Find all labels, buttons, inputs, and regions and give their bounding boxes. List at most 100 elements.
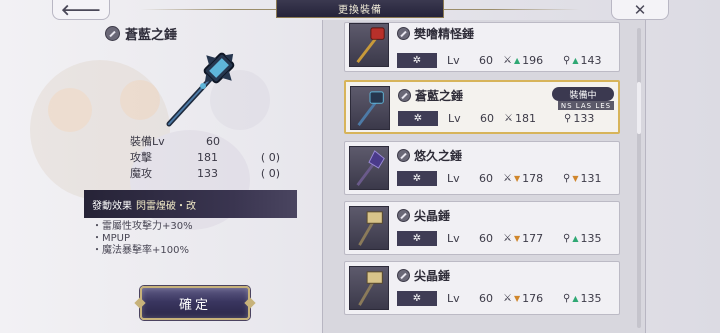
- weapon-thumb-gold-hammer: [349, 206, 389, 250]
- equipped-badge: 裝備中: [552, 87, 614, 101]
- attack-stat: ⚔ ▼ 176: [503, 292, 555, 305]
- selected-weapon-name: 蒼藍之錘: [105, 24, 177, 43]
- trend-up-icon: ▲: [572, 294, 579, 303]
- magic-value: 143: [580, 54, 602, 67]
- magic-value: 131: [580, 172, 602, 185]
- magic-value: 133: [573, 112, 595, 125]
- effect-list-item: ・雷屬性攻擊力+30%: [92, 221, 193, 232]
- weapon-card-name: 尖晶錘: [397, 207, 450, 224]
- back-button[interactable]: 🡐: [52, 0, 110, 20]
- attack-value: 176: [522, 292, 544, 305]
- weapon-card-name: 蒼藍之錘: [398, 87, 463, 104]
- stat-attack-row: 攻擊 181 ( 0): [130, 149, 280, 165]
- weapon-card-stats: ✲ Lv 60 ⚔ ▲ 196 ⚲ ▲ 143: [397, 53, 616, 68]
- weapon-card-stats: ✲ Lv 60 ⚔ ▼ 178 ⚲ ▼ 131: [397, 171, 616, 186]
- magic-stat: ⚲ ▼ 131: [563, 172, 601, 185]
- level-value: 60: [479, 292, 493, 305]
- weapon-thumb-gold-hammer: [349, 266, 389, 310]
- page-title: 更換裝備: [276, 0, 444, 18]
- attack-stat: ⚔ ▼ 178: [503, 172, 555, 185]
- weapon-card-name: 悠久之錘: [397, 147, 462, 164]
- effect-label: 發動效果: [92, 200, 132, 212]
- effect-list-item: ・魔法暴擊率+100%: [92, 245, 189, 256]
- level-label: Lv: [447, 172, 460, 185]
- attack-stat: ⚔ ▲ 196: [503, 54, 555, 67]
- attack-value: 181: [514, 112, 536, 125]
- level-label: Lv: [447, 54, 460, 67]
- attack-value: 196: [522, 54, 544, 67]
- star-rank-box: ✲: [397, 291, 437, 306]
- stat-attack-label: 攻擊: [130, 151, 152, 164]
- magic-stat: ⚲ ▲ 135: [563, 292, 601, 305]
- weapon-card-selected[interactable]: 蒼藍之錘 裝備中 NS LAS LES ✲ Lv 60 ⚔ 181 ⚲ 133: [344, 80, 620, 134]
- magic-stat: ⚲ ▲ 135: [563, 232, 601, 245]
- close-button[interactable]: ✕: [611, 0, 669, 20]
- effect-list: ・雷屬性攻擊力+30% ・MPUP ・魔法暴擊率+100%: [92, 221, 193, 257]
- selected-weapon-name-text: 蒼藍之錘: [125, 28, 178, 43]
- weapon-thumb-blue-mace: [350, 86, 390, 130]
- weapon-list-scrollbar[interactable]: [637, 28, 641, 328]
- weapon-card-name-text: 尖晶錘: [414, 269, 451, 283]
- magic-staff-icon: ⚲: [563, 55, 571, 66]
- weapon-card[interactable]: 尖晶錘 ✲ Lv 60 ⚔ ▼ 177 ⚲ ▲ 135: [344, 201, 620, 255]
- star-rank-box: ✲: [398, 111, 438, 126]
- attack-stat: ⚔ 181: [504, 112, 556, 125]
- weapon-type-icon: [397, 209, 410, 222]
- stat-magic-value: 133: [197, 166, 218, 180]
- sword-icon: ⚔: [503, 173, 512, 184]
- sword-icon: ⚔: [503, 233, 512, 244]
- magic-staff-icon: ⚲: [563, 173, 571, 184]
- weapon-stats: 裝備Lv 60 攻擊 181 ( 0) 魔攻 133 ( 0): [130, 133, 280, 181]
- level-value: 60: [480, 112, 494, 125]
- confirm-button-label: 確定: [178, 297, 211, 313]
- weapon-card[interactable]: 樊噲精怪錘 ✲ Lv 60 ⚔ ▲ 196 ⚲ ▲ 143: [344, 22, 620, 72]
- weapon-card-name-text: 悠久之錘: [414, 149, 463, 163]
- star-rank-box: ✲: [397, 53, 437, 68]
- magic-stat: ⚲ 133: [564, 112, 594, 125]
- stat-magic-row: 魔攻 133 ( 0): [130, 165, 280, 181]
- stat-level-label: 裝備Lv: [130, 135, 165, 148]
- weapon-card-stats: ✲ Lv 60 ⚔ 181 ⚲ 133: [398, 111, 617, 126]
- stat-magic-label: 魔攻: [130, 167, 152, 180]
- weapon-card-name-text: 樊噲精怪錘: [414, 27, 475, 41]
- equipped-class-tags: NS LAS LES: [558, 101, 614, 110]
- weapon-card[interactable]: 尖晶錘 ✲ Lv 60 ⚔ ▼ 176 ⚲ ▲ 135: [344, 261, 620, 315]
- weapon-card-stats: ✲ Lv 60 ⚔ ▼ 176 ⚲ ▲ 135: [397, 291, 616, 306]
- sword-icon: ⚔: [504, 113, 513, 124]
- selected-weapon-image: [166, 52, 235, 127]
- scrollbar-thumb[interactable]: [637, 82, 641, 134]
- stat-level-value: 60: [206, 134, 220, 148]
- magic-value: 135: [580, 292, 602, 305]
- stat-attack-bonus: ( 0): [260, 150, 280, 164]
- weapon-type-icon: [397, 27, 410, 40]
- level-value: 60: [479, 232, 493, 245]
- magic-staff-icon: ⚲: [563, 293, 571, 304]
- attack-value: 177: [522, 232, 544, 245]
- weapon-card-name: 尖晶錘: [397, 267, 450, 284]
- level-label: Lv: [448, 112, 461, 125]
- sword-icon: ⚔: [503, 55, 512, 66]
- attack-value: 178: [522, 172, 544, 185]
- magic-staff-icon: ⚲: [563, 233, 571, 244]
- weapon-card-name-text: 尖晶錘: [414, 209, 451, 223]
- stat-magic-bonus: ( 0): [260, 166, 280, 180]
- trend-down-icon: ▼: [513, 294, 521, 303]
- level-label: Lv: [447, 292, 460, 305]
- weapon-type-icon: [397, 269, 410, 282]
- attack-stat: ⚔ ▼ 177: [503, 232, 555, 245]
- stat-level-row: 裝備Lv 60: [130, 133, 280, 149]
- weapon-card[interactable]: 悠久之錘 ✲ Lv 60 ⚔ ▼ 178 ⚲ ▼ 131: [344, 141, 620, 195]
- trend-up-icon: ▲: [572, 234, 579, 243]
- trend-up-icon: ▲: [513, 56, 521, 65]
- trend-down-icon: ▼: [513, 234, 521, 243]
- weapon-type-icon: [397, 149, 410, 162]
- magic-value: 135: [580, 232, 602, 245]
- star-rank-box: ✲: [397, 171, 437, 186]
- magic-stat: ⚲ ▲ 143: [563, 54, 601, 67]
- trend-up-icon: ▲: [572, 56, 579, 65]
- confirm-button[interactable]: 確定: [140, 286, 250, 320]
- trend-down-icon: ▼: [572, 174, 579, 183]
- effect-name: 閃雷煌破・改: [136, 200, 196, 212]
- activation-effect-bar: 發動效果 閃雷煌破・改: [84, 190, 297, 218]
- weapon-card-stats: ✲ Lv 60 ⚔ ▼ 177 ⚲ ▲ 135: [397, 231, 616, 246]
